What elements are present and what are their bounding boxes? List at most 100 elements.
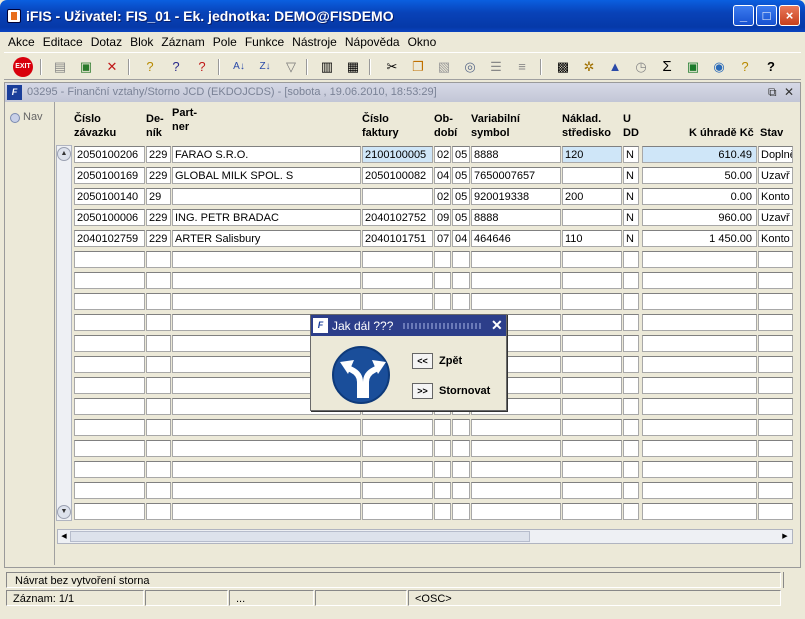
close-window-button[interactable]: ×: [779, 5, 800, 26]
cell-partner[interactable]: [172, 440, 361, 457]
cell-partner[interactable]: [172, 419, 361, 436]
cell-stav[interactable]: Uzavř: [758, 167, 793, 184]
cell-ob1[interactable]: [434, 419, 451, 436]
cell-stredisko[interactable]: 110: [562, 230, 622, 247]
cell-vs[interactable]: 7650007657: [471, 167, 561, 184]
cell-udd[interactable]: [623, 503, 639, 520]
cell-partner[interactable]: [172, 482, 361, 499]
cell-denik[interactable]: [146, 398, 171, 415]
menu-blok[interactable]: Blok: [126, 32, 157, 49]
print-preview-icon[interactable]: ▦: [343, 57, 363, 77]
cell-cislo[interactable]: [74, 398, 145, 415]
cell-stav[interactable]: Uzavř: [758, 209, 793, 226]
cell-faktura[interactable]: 2050100082: [362, 167, 433, 184]
chart-icon[interactable]: ▲: [605, 57, 625, 77]
cell-stredisko[interactable]: [562, 503, 622, 520]
cell-stav[interactable]: [758, 398, 793, 415]
cell-castka[interactable]: [642, 293, 757, 310]
cell-castka[interactable]: 960.00: [642, 209, 757, 226]
context-help-icon[interactable]: ?: [761, 57, 781, 77]
cell-ob2[interactable]: [452, 461, 470, 478]
cell-faktura[interactable]: [362, 503, 433, 520]
cell-cislo[interactable]: 2040102759: [74, 230, 145, 247]
cell-faktura[interactable]: [362, 482, 433, 499]
paste-icon[interactable]: ▧: [434, 57, 454, 77]
cell-castka[interactable]: 610.49: [642, 146, 757, 163]
cell-stredisko[interactable]: [562, 167, 622, 184]
settings-icon[interactable]: ✲: [579, 57, 599, 77]
cell-castka[interactable]: [642, 503, 757, 520]
cell-vs[interactable]: [471, 419, 561, 436]
menu-editace[interactable]: Editace: [39, 32, 87, 49]
save-icon[interactable]: ▣: [76, 57, 96, 77]
cell-ob1[interactable]: [434, 440, 451, 457]
menu-zaznam[interactable]: Záznam: [157, 32, 208, 49]
cell-ob2[interactable]: [452, 419, 470, 436]
cell-stav[interactable]: [758, 461, 793, 478]
cell-ob1[interactable]: 02: [434, 188, 451, 205]
cell-denik[interactable]: 229: [146, 146, 171, 163]
sum-icon[interactable]: Σ: [657, 57, 677, 77]
cell-ob2[interactable]: [452, 272, 470, 289]
cell-ob2[interactable]: 05: [452, 188, 470, 205]
back-button[interactable]: <<: [412, 353, 433, 369]
cell-stav[interactable]: [758, 335, 793, 352]
cell-vs[interactable]: 8888: [471, 209, 561, 226]
cell-denik[interactable]: [146, 335, 171, 352]
cell-cislo[interactable]: [74, 419, 145, 436]
cell-faktura[interactable]: [362, 461, 433, 478]
cell-stav[interactable]: [758, 293, 793, 310]
cell-cislo[interactable]: [74, 314, 145, 331]
cell-cislo[interactable]: 2050100006: [74, 209, 145, 226]
cell-ob1[interactable]: [434, 293, 451, 310]
cell-partner[interactable]: ING. PETR BRADAC: [172, 209, 361, 226]
cell-udd[interactable]: [623, 482, 639, 499]
cell-stredisko[interactable]: [562, 356, 622, 373]
cell-cislo[interactable]: [74, 251, 145, 268]
cell-cislo[interactable]: [74, 377, 145, 394]
help-icon[interactable]: ?: [735, 57, 755, 77]
cancel-query-icon[interactable]: ?: [192, 57, 212, 77]
cell-castka[interactable]: [642, 251, 757, 268]
cut-icon[interactable]: ✂: [382, 57, 402, 77]
cell-udd[interactable]: [623, 461, 639, 478]
cell-castka[interactable]: [642, 335, 757, 352]
query-icon[interactable]: ?: [140, 57, 160, 77]
cell-udd[interactable]: N: [623, 188, 639, 205]
cell-denik[interactable]: 29: [146, 188, 171, 205]
find-icon[interactable]: ◎: [460, 57, 480, 77]
cell-stredisko[interactable]: [562, 251, 622, 268]
menu-pole[interactable]: Pole: [209, 32, 241, 49]
cell-udd[interactable]: [623, 398, 639, 415]
cell-stav[interactable]: Doplně: [758, 146, 793, 163]
copy-icon[interactable]: ❐: [408, 57, 428, 77]
cell-ob2[interactable]: 05: [452, 209, 470, 226]
cell-castka[interactable]: [642, 398, 757, 415]
close-form-icon[interactable]: ✕: [784, 85, 794, 99]
cell-stredisko[interactable]: [562, 293, 622, 310]
cell-faktura[interactable]: [362, 251, 433, 268]
cell-cislo[interactable]: [74, 503, 145, 520]
cell-faktura[interactable]: [362, 293, 433, 310]
sort-desc-icon[interactable]: Z↓: [255, 57, 275, 77]
scroll-left-button[interactable]: ◀: [59, 531, 69, 542]
cell-denik[interactable]: [146, 377, 171, 394]
cell-castka[interactable]: 0.00: [642, 188, 757, 205]
cell-udd[interactable]: N: [623, 209, 639, 226]
menu-okno[interactable]: Okno: [404, 32, 441, 49]
cell-ob2[interactable]: [452, 440, 470, 457]
cell-ob2[interactable]: [452, 503, 470, 520]
cell-stredisko[interactable]: 200: [562, 188, 622, 205]
cell-udd[interactable]: [623, 377, 639, 394]
cell-faktura[interactable]: [362, 188, 433, 205]
cell-ob1[interactable]: 04: [434, 167, 451, 184]
cell-denik[interactable]: [146, 419, 171, 436]
cell-vs[interactable]: [471, 251, 561, 268]
cell-ob2[interactable]: 04: [452, 230, 470, 247]
menu-dotaz[interactable]: Dotaz: [87, 32, 126, 49]
cell-cislo[interactable]: [74, 293, 145, 310]
cell-stredisko[interactable]: [562, 314, 622, 331]
cell-stredisko[interactable]: [562, 209, 622, 226]
cell-udd[interactable]: N: [623, 230, 639, 247]
cell-cislo[interactable]: 2050100206: [74, 146, 145, 163]
